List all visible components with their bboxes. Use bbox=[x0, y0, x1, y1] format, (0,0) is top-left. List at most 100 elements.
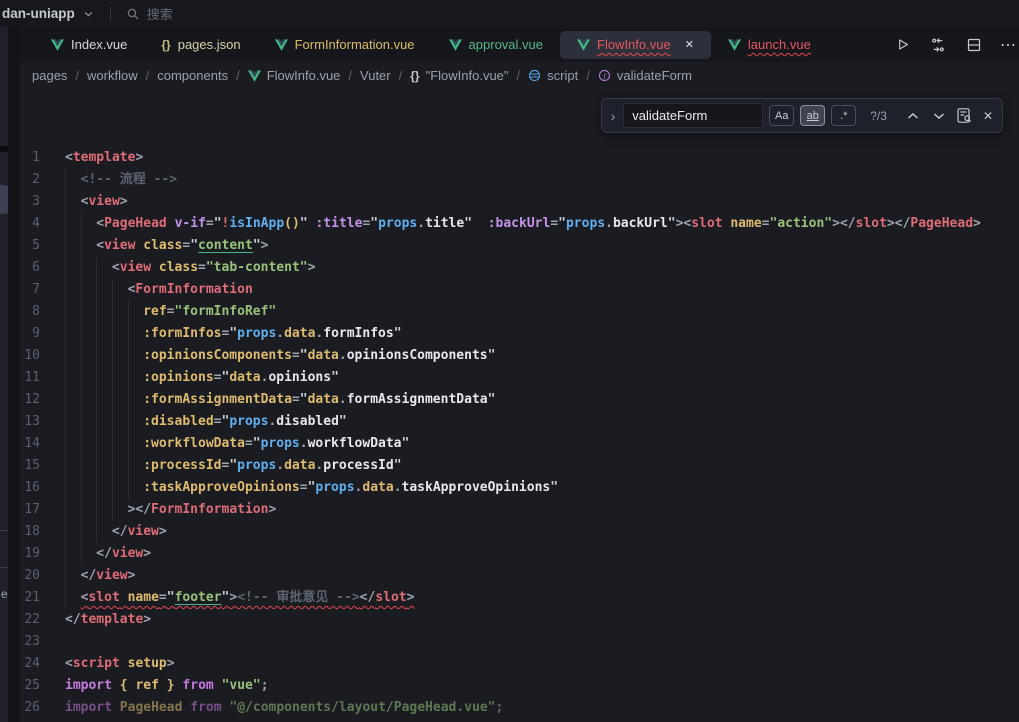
code-line[interactable]: 15:processId="props.data.processId" bbox=[20, 455, 1019, 477]
code-line-text: </view> bbox=[65, 524, 167, 539]
code-line[interactable]: 23 bbox=[20, 631, 1019, 653]
code-line[interactable]: 25import { ref } from "vue"; bbox=[20, 675, 1019, 697]
indent-guide bbox=[81, 301, 97, 323]
next-match-button[interactable] bbox=[929, 106, 949, 126]
tab-forminformation-vue[interactable]: FormInformation.vue bbox=[258, 31, 432, 59]
tab-bar-tabs: Index.vue{}pages.json FormInformation.vue… bbox=[34, 31, 828, 59]
code-line[interactable]: 16:taskApproveOpinions="props.data.taskA… bbox=[20, 477, 1019, 499]
code-line[interactable]: 21<slot name="footer"><!-- 审批意见 --></slo… bbox=[20, 587, 1019, 609]
regex-button[interactable]: .* bbox=[831, 105, 856, 126]
tab-approval-vue[interactable]: approval.vue bbox=[432, 31, 560, 59]
find-in-selection-button[interactable] bbox=[955, 106, 975, 126]
breadcrumb-separator: / bbox=[146, 68, 150, 83]
search-icon bbox=[126, 7, 140, 21]
indent-guide bbox=[81, 499, 97, 521]
indent-guide bbox=[112, 455, 128, 477]
breadcrumb-item-workflow[interactable]: workflow bbox=[87, 68, 138, 83]
find-input[interactable] bbox=[623, 103, 763, 128]
breadcrumb-label: pages bbox=[32, 68, 67, 83]
indent-guide bbox=[96, 257, 112, 279]
breadcrumb-item-components[interactable]: components bbox=[157, 68, 228, 83]
code-line-text: :workflowData="props.workflowData" bbox=[65, 436, 409, 451]
code-area[interactable]: 1<template>2<!-- 流程 -->3<view>4<PageHead… bbox=[20, 89, 1019, 719]
match-case-button[interactable]: Aa bbox=[769, 105, 794, 126]
indent-guide bbox=[128, 345, 144, 367]
line-number: 6 bbox=[20, 257, 65, 279]
global-search[interactable]: 搜索 bbox=[126, 4, 173, 23]
indent-guide bbox=[81, 521, 97, 543]
split-editor-icon[interactable] bbox=[964, 35, 984, 55]
indent-guide bbox=[128, 411, 144, 433]
code-line[interactable]: 12:formAssignmentData="data.formAssignme… bbox=[20, 389, 1019, 411]
code-line[interactable]: 8ref="formInfoRef" bbox=[20, 301, 1019, 323]
code-line-text: <script setup> bbox=[65, 656, 175, 671]
code-line[interactable]: 4<PageHead v-if="!isInApp()" :title="pro… bbox=[20, 213, 1019, 235]
indent-guide bbox=[96, 345, 112, 367]
code-line[interactable]: 14:workflowData="props.workflowData" bbox=[20, 433, 1019, 455]
indent-guide bbox=[65, 345, 81, 367]
code-line[interactable]: 17></FormInformation> bbox=[20, 499, 1019, 521]
breadcrumb: pages/workflow/components/FlowInfo.vue/V… bbox=[20, 62, 1019, 89]
code-line-text: :formAssignmentData="data.formAssignment… bbox=[65, 392, 495, 407]
indent-guide bbox=[128, 367, 144, 389]
code-line-text: <template> bbox=[65, 150, 143, 165]
code-line[interactable]: 1<template> bbox=[20, 147, 1019, 169]
code-line[interactable]: 5<view class="content"> bbox=[20, 235, 1019, 257]
more-actions-button[interactable]: ⋯ bbox=[1000, 35, 1017, 55]
tab-flowinfo-vue[interactable]: FlowInfo.vue✕ bbox=[560, 31, 711, 59]
line-number: 25 bbox=[20, 675, 65, 697]
line-number: 13 bbox=[20, 411, 65, 433]
tab-pages-json[interactable]: {}pages.json bbox=[144, 31, 257, 59]
code-line[interactable]: 2<!-- 流程 --> bbox=[20, 169, 1019, 191]
code-line[interactable]: 19</view> bbox=[20, 543, 1019, 565]
code-line[interactable]: 10:opinionsComponents="data.opinionsComp… bbox=[20, 345, 1019, 367]
code-line[interactable]: 9:formInfos="props.data.formInfos" bbox=[20, 323, 1019, 345]
line-number: 14 bbox=[20, 433, 65, 455]
breadcrumb-item-flowinfo-vue[interactable]: FlowInfo.vue bbox=[248, 68, 341, 83]
indent-guide bbox=[112, 477, 128, 499]
indent-guide bbox=[65, 279, 81, 301]
code-line[interactable]: 6<view class="tab-content"> bbox=[20, 257, 1019, 279]
project-name[interactable]: dan-uniapp bbox=[2, 6, 75, 21]
code-line[interactable]: 20</view> bbox=[20, 565, 1019, 587]
breadcrumb-item-script[interactable]: script bbox=[528, 68, 578, 83]
toggle-replace-chevron[interactable]: › bbox=[611, 108, 616, 124]
code-line[interactable]: 22</template> bbox=[20, 609, 1019, 631]
code-line-text: :processId="props.data.processId" bbox=[65, 458, 402, 473]
breadcrumb-item-validateform[interactable]: fvalidateForm bbox=[598, 68, 692, 83]
indent-guide bbox=[65, 169, 81, 191]
code-line[interactable]: 7<FormInformation bbox=[20, 279, 1019, 301]
indent-guide bbox=[65, 587, 81, 609]
line-number: 26 bbox=[20, 697, 65, 719]
compare-changes-icon[interactable] bbox=[928, 35, 948, 55]
breadcrumb-separator: / bbox=[399, 68, 403, 83]
code-line[interactable]: 11:opinions="data.opinions" bbox=[20, 367, 1019, 389]
code-line[interactable]: 3<view> bbox=[20, 191, 1019, 213]
line-number: 15 bbox=[20, 455, 65, 477]
indent-guide bbox=[112, 367, 128, 389]
tab-launch-vue[interactable]: launch.vue bbox=[711, 31, 828, 59]
breadcrumb-item-pages[interactable]: pages bbox=[32, 68, 67, 83]
indent-guide bbox=[65, 543, 81, 565]
indent-guide bbox=[96, 279, 112, 301]
indent-guide bbox=[128, 301, 144, 323]
indent-guide bbox=[65, 301, 81, 323]
close-find-button[interactable]: ✕ bbox=[983, 109, 993, 123]
line-number: 3 bbox=[20, 191, 65, 213]
run-button[interactable] bbox=[892, 35, 912, 55]
chevron-down-icon[interactable] bbox=[84, 11, 93, 17]
breadcrumb-item-vuter[interactable]: Vuter bbox=[360, 68, 391, 83]
previous-match-button[interactable] bbox=[903, 106, 923, 126]
whole-word-button[interactable]: ab bbox=[800, 105, 825, 126]
code-line[interactable]: 13:disabled="props.disabled" bbox=[20, 411, 1019, 433]
breadcrumb-item--flowinfo-vue-[interactable]: {}"FlowInfo.vue" bbox=[410, 68, 508, 83]
indent-guide bbox=[96, 301, 112, 323]
indent-guide bbox=[81, 411, 97, 433]
indent-guide bbox=[112, 411, 128, 433]
close-tab-icon[interactable]: ✕ bbox=[685, 38, 694, 51]
tab-index-vue[interactable]: Index.vue bbox=[34, 31, 144, 59]
code-line[interactable]: 26import PageHead from "@/components/lay… bbox=[20, 697, 1019, 719]
tab-label: FormInformation.vue bbox=[295, 37, 415, 52]
code-line[interactable]: 24<script setup> bbox=[20, 653, 1019, 675]
code-line[interactable]: 18</view> bbox=[20, 521, 1019, 543]
